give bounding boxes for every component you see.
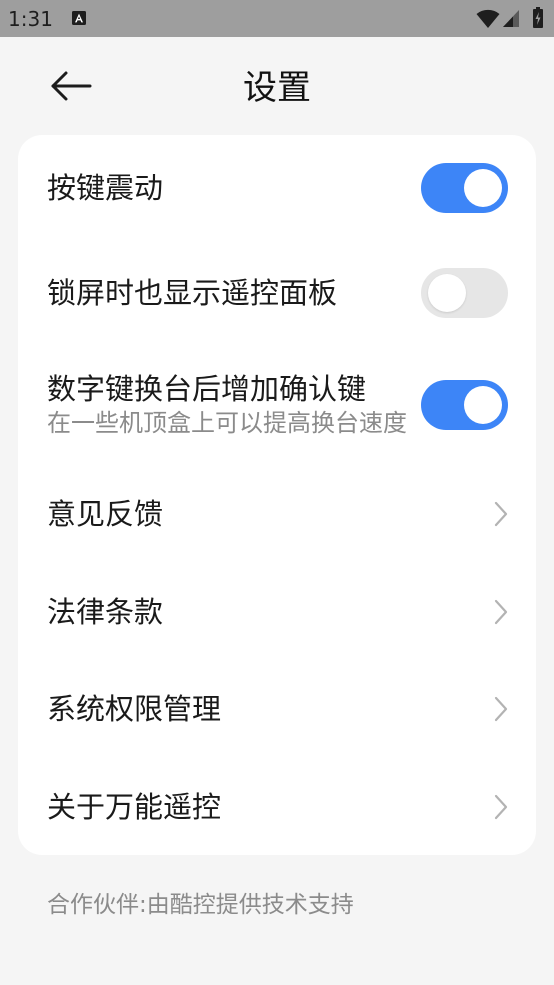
signal-icon [503, 10, 519, 27]
setting-label: 锁屏时也显示遥控面板 [47, 275, 338, 310]
setting-text: 数字键换台后增加确认键 在一些机顶盒上可以提高换台速度 [47, 345, 407, 465]
setting-row-legal-terms[interactable]: 法律条款 [18, 563, 536, 660]
setting-row-lockscreen-panel[interactable]: 锁屏时也显示遥控面板 [18, 240, 536, 345]
setting-label: 关于万能遥控 [47, 789, 222, 824]
chevron-right-icon [494, 599, 508, 624]
setting-row-permissions[interactable]: 系统权限管理 [18, 660, 536, 758]
settings-card: 按键震动 锁屏时也显示遥控面板 数字键换台后增加确认键 在一些机顶盒上可以提高换… [18, 135, 536, 855]
setting-label: 系统权限管理 [47, 692, 222, 726]
confirm-key-toggle[interactable] [421, 380, 508, 430]
toggle-knob [464, 168, 502, 207]
setting-text: 系统权限管理 [47, 660, 221, 758]
setting-description: 在一些机顶盒上可以提高换台速度 [47, 409, 407, 437]
a-notification-icon [72, 11, 86, 25]
setting-row-key-vibration[interactable]: 按键震动 [18, 135, 536, 240]
setting-text: 法律条款 [47, 563, 163, 660]
setting-label: 数字键换台后增加确认键 [47, 372, 367, 406]
key-vibration-toggle[interactable] [421, 162, 508, 213]
setting-text: 意见反馈 [47, 465, 163, 563]
setting-text: 锁屏时也显示遥控面板 [47, 240, 337, 345]
toggle-knob [428, 273, 466, 312]
partner-footer-text: 合作伙伴:由酷控提供技术支持 [47, 892, 354, 918]
chevron-right-icon [494, 696, 508, 722]
setting-row-about[interactable]: 关于万能遥控 [18, 758, 536, 855]
status-time: 1:31 [8, 7, 53, 31]
toggle-knob [464, 386, 502, 424]
setting-label: 按键震动 [47, 170, 164, 205]
setting-label: 法律条款 [47, 594, 164, 629]
lockscreen-panel-toggle[interactable] [421, 267, 508, 318]
status-bar: 1:31 [0, 0, 554, 37]
setting-row-confirm-key[interactable]: 数字键换台后增加确认键 在一些机顶盒上可以提高换台速度 [18, 345, 536, 465]
battery-icon [533, 7, 543, 28]
wifi-icon [476, 9, 500, 28]
setting-row-feedback[interactable]: 意见反馈 [18, 465, 536, 563]
chevron-right-icon [494, 501, 508, 527]
setting-text: 关于万能遥控 [47, 758, 221, 855]
setting-text: 按键震动 [47, 135, 163, 240]
chevron-right-icon [494, 794, 508, 819]
page-title: 设置 [243, 68, 311, 108]
setting-label: 意见反馈 [47, 497, 164, 531]
